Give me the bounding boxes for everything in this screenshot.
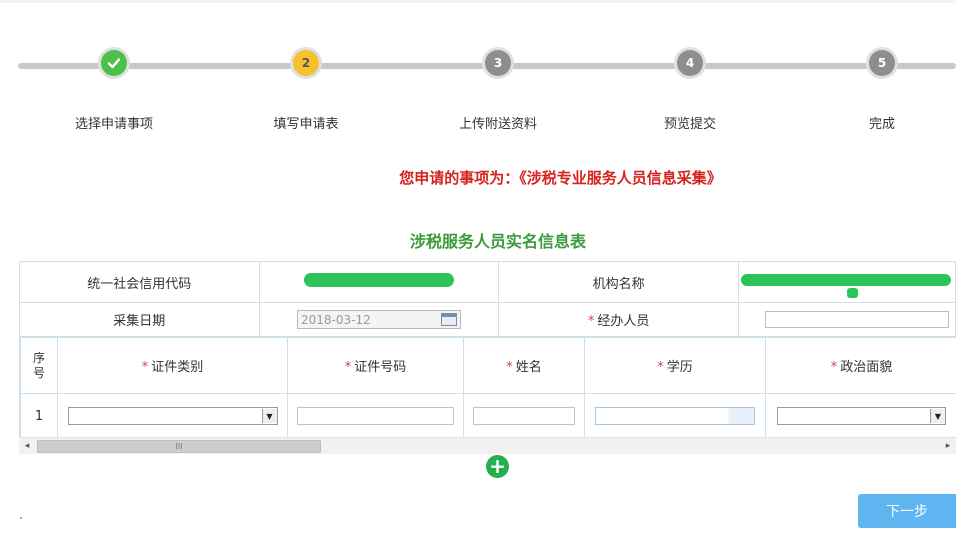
handler-input[interactable] xyxy=(764,311,949,328)
scroll-right-icon[interactable]: ▸ xyxy=(940,438,956,454)
add-row-button[interactable]: + xyxy=(486,455,509,478)
redacted-value xyxy=(303,273,454,287)
education-cell xyxy=(584,393,766,437)
step-fill-form: 2 填写申请表 xyxy=(246,47,366,132)
handler-label: 经办人员 xyxy=(597,314,650,329)
step-label: 预览提交 xyxy=(663,117,716,132)
education-input[interactable] xyxy=(595,407,755,425)
id-number-cell xyxy=(287,393,464,437)
chevron-down-icon[interactable]: ▼ xyxy=(930,409,945,423)
step-complete: 5 完成 xyxy=(822,47,942,132)
header-name: * 姓名 xyxy=(463,337,585,394)
id-type-select[interactable]: ▼ xyxy=(67,407,278,425)
scroll-left-icon[interactable]: ◂ xyxy=(19,438,35,454)
step-preview: 4 预览提交 xyxy=(630,47,750,132)
redaction-mark xyxy=(846,288,858,298)
next-step-button[interactable]: 下一步 xyxy=(858,494,956,528)
decorative-dot xyxy=(20,517,22,519)
credit-code-label: 统一社会信用代码 xyxy=(19,261,260,303)
top-divider xyxy=(0,0,956,3)
step-number: 3 xyxy=(485,50,511,76)
name-cell xyxy=(463,393,585,437)
step-number: 5 xyxy=(869,50,895,76)
org-info-table: 统一社会信用代码 机构名称 采集日期 2018-03-12 * 经办人员 xyxy=(19,261,956,337)
header-education: * 学历 xyxy=(584,337,766,394)
required-mark: * xyxy=(587,314,595,329)
step-label: 选择申请事项 xyxy=(74,117,153,132)
collect-date-value: 2018-03-12 xyxy=(300,312,371,327)
handler-label-cell: * 经办人员 xyxy=(498,302,739,337)
collect-date-cell: 2018-03-12 xyxy=(258,302,500,337)
collect-date-field[interactable]: 2018-03-12 xyxy=(296,310,461,329)
step-label: 完成 xyxy=(868,117,895,132)
step-number: 4 xyxy=(677,50,703,76)
redacted-value xyxy=(740,274,951,286)
chevron-down-icon[interactable]: ▼ xyxy=(261,409,277,423)
seq-header: 序号 xyxy=(20,337,58,394)
org-name-label: 机构名称 xyxy=(498,261,739,303)
table-row: 1 ▼ ▼ xyxy=(20,393,956,437)
collect-date-label: 采集日期 xyxy=(19,302,260,337)
step-upload: 3 上传附送资料 xyxy=(438,47,558,132)
application-subject: 您申请的事项为：《涉税专业服务人员信息采集》 xyxy=(399,169,722,187)
row-seq: 1 xyxy=(20,393,58,437)
name-input[interactable] xyxy=(473,407,575,425)
calendar-icon[interactable] xyxy=(440,313,457,326)
header-id-type: * 证件类别 xyxy=(57,337,288,394)
step-label: 上传附送资料 xyxy=(458,117,537,132)
form-title: 涉税服务人员实名信息表 xyxy=(409,232,586,251)
org-name-value xyxy=(737,261,956,303)
credit-code-value xyxy=(258,261,500,303)
id-number-input[interactable] xyxy=(297,407,454,425)
header-id-number: * 证件号码 xyxy=(287,337,464,394)
person-grid: 序号 * 证件类别 * 证件号码 * 姓名 * 学历 * 政治面貌 1 ▼ ▼ xyxy=(19,337,956,437)
scroll-thumb[interactable]: III xyxy=(37,440,321,453)
political-status-select[interactable]: ▼ xyxy=(777,407,946,425)
step-number: 2 xyxy=(293,50,319,76)
check-icon xyxy=(101,50,127,76)
handler-cell xyxy=(737,302,956,337)
id-type-cell: ▼ xyxy=(57,393,288,437)
step-select-item: 选择申请事项 xyxy=(54,47,174,132)
political-status-cell: ▼ xyxy=(765,393,956,437)
header-political-status: * 政治面貌 xyxy=(765,337,956,394)
horizontal-scrollbar[interactable]: ◂ III ▸ xyxy=(19,437,956,454)
step-label: 填写申请表 xyxy=(273,117,339,132)
